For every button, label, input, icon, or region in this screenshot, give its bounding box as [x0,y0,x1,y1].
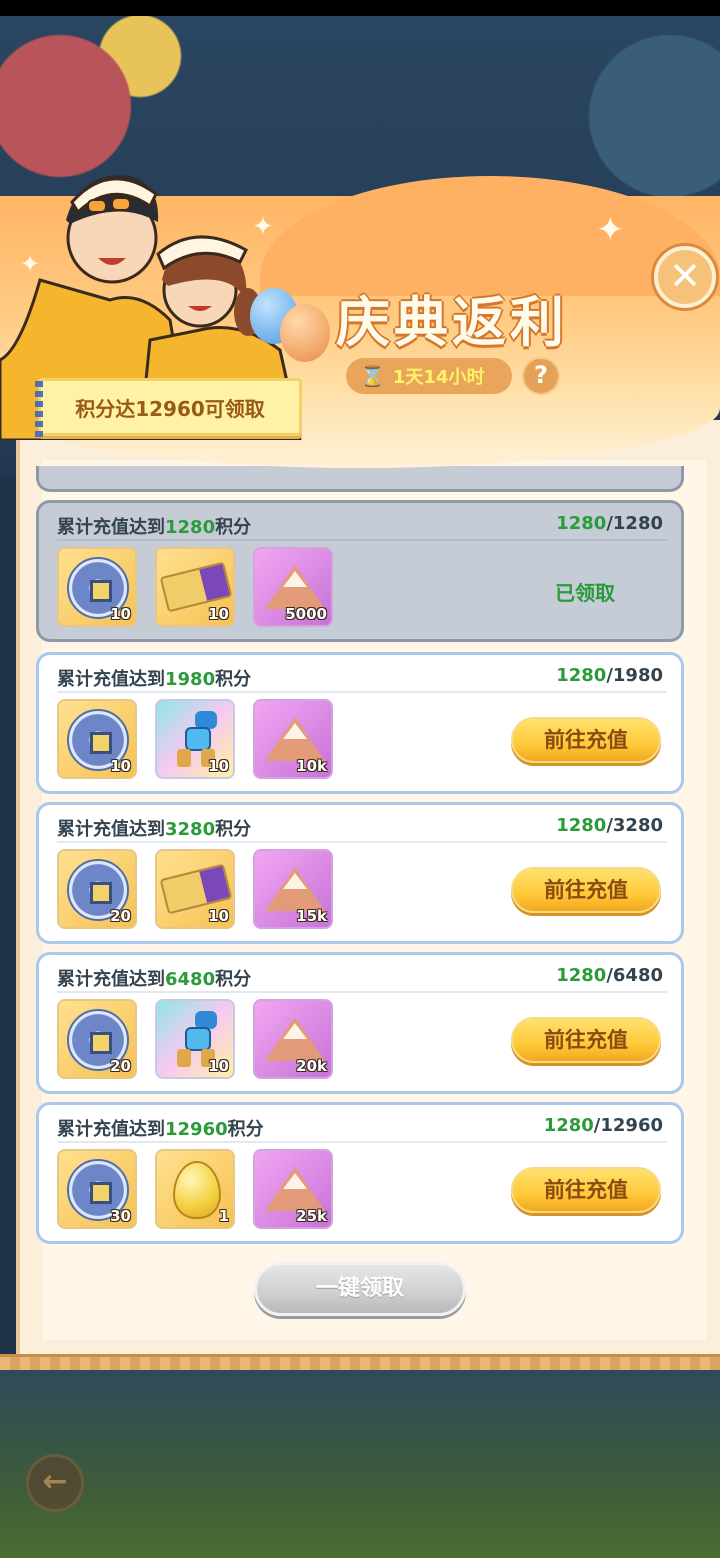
item-qty: 10k [296,757,327,775]
item-qty: 20 [110,907,131,925]
card-title: 累计充值达到6480积分 [57,969,252,990]
reward-item-ticket[interactable]: 10 [155,849,235,929]
item-qty: 10 [110,757,131,775]
recharge-button[interactable]: 前往充值 [511,867,661,913]
reward-item-sand[interactable]: 20k [253,999,333,1079]
sand-pile-icon [265,1017,325,1061]
sparkle-icon: ✦ [252,212,274,242]
item-qty: 15k [296,907,327,925]
item-qty: 20k [296,1057,327,1075]
sand-pile-icon [265,1167,325,1211]
divider [57,691,667,693]
card-progress: 1280/3280 [556,815,663,836]
card-title: 累计充值达到12960积分 [57,1119,264,1140]
sand-pile-icon [265,867,325,911]
back-arrow-icon[interactable]: ← [26,1454,84,1512]
points-requirement-tag: 积分达12960可领取 [35,378,302,439]
sparkle-icon: ✦ [20,250,41,278]
divider [57,1141,667,1143]
reward-item-coin[interactable]: 30 [57,1149,137,1229]
help-icon[interactable]: ? [522,357,560,395]
sparkle-icon: ✦ [596,210,625,250]
reward-item-coin[interactable]: 10 [57,547,137,627]
card-progress: 1280/1980 [556,665,663,686]
hourglass-icon: ⌛ [360,364,385,388]
reward-item-coin[interactable]: 10 [57,699,137,779]
item-qty: 10 [208,605,229,623]
reward-item-coin[interactable]: 20 [57,999,137,1079]
item-qty: 25k [296,1207,327,1225]
reward-card: 累计充值达到3280积分 1280/3280 20 10 15k 前往充值 [36,802,684,944]
divider [57,991,667,993]
spiral-binding [35,381,43,439]
item-qty: 5000 [285,605,327,623]
reward-card: 累计充值达到6480积分 1280/6480 20 10 20k 前往充值 [36,952,684,1094]
reward-card: 累计充值达到1280积分 1280/1280 10 10 5000 已领取 [36,500,684,642]
balloon-icon [280,304,330,362]
reward-item-ticket[interactable]: 10 [155,547,235,627]
reward-item-sand[interactable]: 25k [253,1149,333,1229]
timer-text: 1天14小时 [392,367,485,388]
claim-all-button[interactable]: 一键领取 [254,1262,466,1316]
card-title: 累计充值达到1980积分 [57,669,252,690]
reward-item-robot[interactable]: 10 [155,999,235,1079]
card-partial-hidden [36,466,684,492]
reward-card: 累计充值达到1980积分 1280/1980 10 10 10k 前往充值 [36,652,684,794]
countdown-timer: ⌛ 1天14小时 [346,358,512,394]
item-qty: 20 [110,1057,131,1075]
recharge-button[interactable]: 前往充值 [511,717,661,763]
card-progress: 1280/12960 [543,1115,663,1136]
close-icon[interactable]: ✕ [654,246,716,308]
status-bar [0,0,720,16]
background-grass [0,1370,720,1558]
reward-item-sand[interactable]: 15k [253,849,333,929]
panel-bottom-edge [0,1354,720,1370]
item-qty: 10 [208,907,229,925]
egg-icon [173,1161,221,1219]
card-progress: 1280/6480 [556,965,663,986]
reward-item-sand[interactable]: 5000 [253,547,333,627]
item-qty: 10 [110,605,131,623]
points-tag-text: 积分达12960可领取 [75,396,265,421]
reward-item-sand[interactable]: 10k [253,699,333,779]
item-qty: 10 [208,1057,229,1075]
card-progress: 1280/1280 [556,513,663,534]
item-qty: 30 [110,1207,131,1225]
reward-card: 累计充值达到12960积分 1280/12960 30 1 25k 前往充值 [36,1102,684,1244]
divider [57,841,667,843]
reward-item-egg[interactable]: 1 [155,1149,235,1229]
reward-item-robot[interactable]: 10 [155,699,235,779]
card-title: 累计充值达到1280积分 [57,517,252,538]
sand-pile-icon [265,717,325,761]
sand-pile-icon [265,565,325,609]
claimed-status: 已领取 [555,581,615,605]
item-qty: 1 [218,1207,229,1225]
card-title: 累计充值达到3280积分 [57,819,252,840]
recharge-button[interactable]: 前往充值 [511,1017,661,1063]
page-title: 庆典返利 [336,291,568,354]
item-qty: 10 [208,757,229,775]
recharge-button[interactable]: 前往充值 [511,1167,661,1213]
reward-item-coin[interactable]: 20 [57,849,137,929]
divider [57,539,667,541]
